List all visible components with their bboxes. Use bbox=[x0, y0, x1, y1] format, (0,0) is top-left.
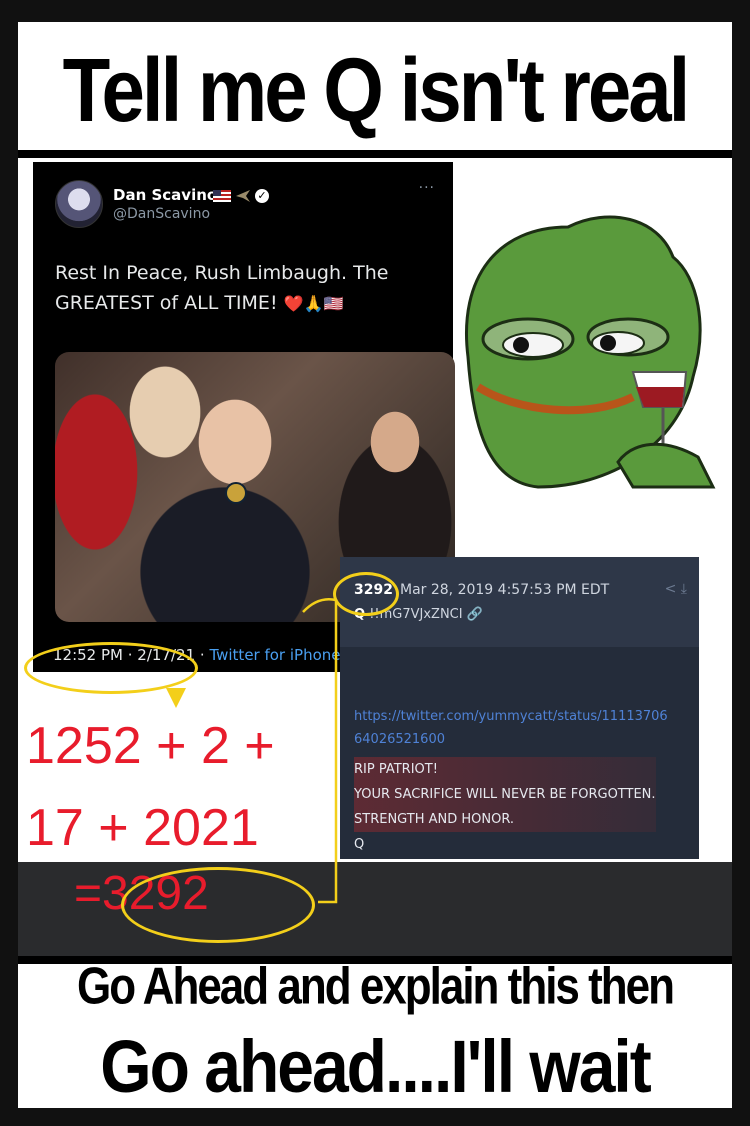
connector-line bbox=[302, 598, 338, 904]
bottom-caption-2: Go ahead....I'll wait bbox=[100, 1024, 652, 1108]
bottom-caption-1: Go Ahead and explain this then bbox=[76, 957, 675, 1016]
meme-frame: Tell me Q isn't real Dan Scavino ✓ @DanS… bbox=[18, 22, 732, 1108]
